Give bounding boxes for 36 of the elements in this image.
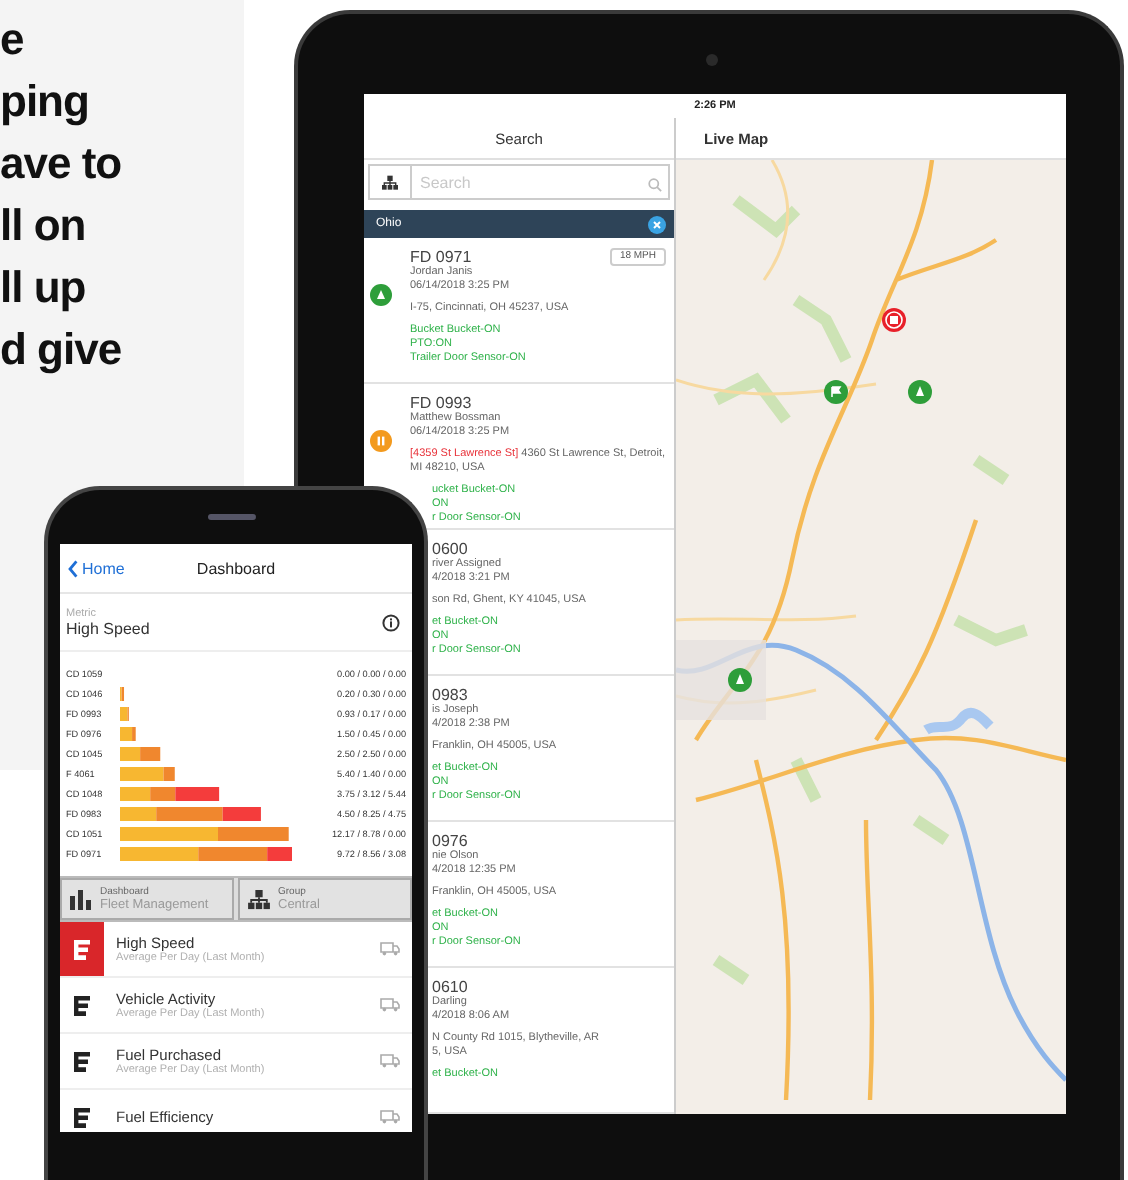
clear-icon[interactable] [648, 215, 666, 234]
speaker-grille [208, 514, 256, 520]
truck-icon [380, 1110, 400, 1124]
vehicle-id: 0600 [430, 540, 468, 558]
camera-icon [706, 54, 718, 66]
vehicle-id: 0976 [430, 832, 468, 850]
flag-marker-icon[interactable] [824, 380, 848, 404]
person-marker-icon[interactable] [728, 668, 752, 692]
headline-text: ll up [0, 260, 88, 316]
person-marker-icon[interactable] [908, 380, 932, 404]
vehicle-id: FD 0993 [410, 394, 472, 412]
headline-text: ave to [0, 136, 124, 192]
vehicle-id: 0610 [430, 978, 468, 996]
vehicle-id: 0983 [430, 686, 468, 704]
chevron-icon [68, 559, 78, 577]
bar-chart-icon [70, 889, 92, 909]
gauge-lines-icon [74, 1051, 90, 1071]
gauge-lines-icon [74, 995, 90, 1015]
metric-value: High Speed [66, 619, 150, 637]
back-button[interactable]: Home [60, 559, 125, 577]
org-chart-icon [248, 889, 270, 909]
stop-marker-icon[interactable] [882, 308, 906, 332]
truck-icon [380, 998, 400, 1012]
info-icon[interactable] [382, 613, 400, 631]
group-filter-button[interactable] [368, 164, 412, 201]
headline-text: ll on [0, 198, 88, 254]
headline-text: ping [0, 74, 91, 130]
headline-text: e [0, 12, 26, 68]
vehicle-id: FD 0971 [410, 248, 472, 266]
truck-icon [380, 1054, 400, 1068]
headline-text: d give [0, 322, 124, 378]
gauge-lines-icon [74, 1107, 90, 1127]
gauge-lines-icon [74, 939, 90, 959]
truck-icon [380, 942, 400, 956]
screen-title: Dashboard [196, 559, 276, 577]
org-chart-icon [382, 171, 398, 194]
